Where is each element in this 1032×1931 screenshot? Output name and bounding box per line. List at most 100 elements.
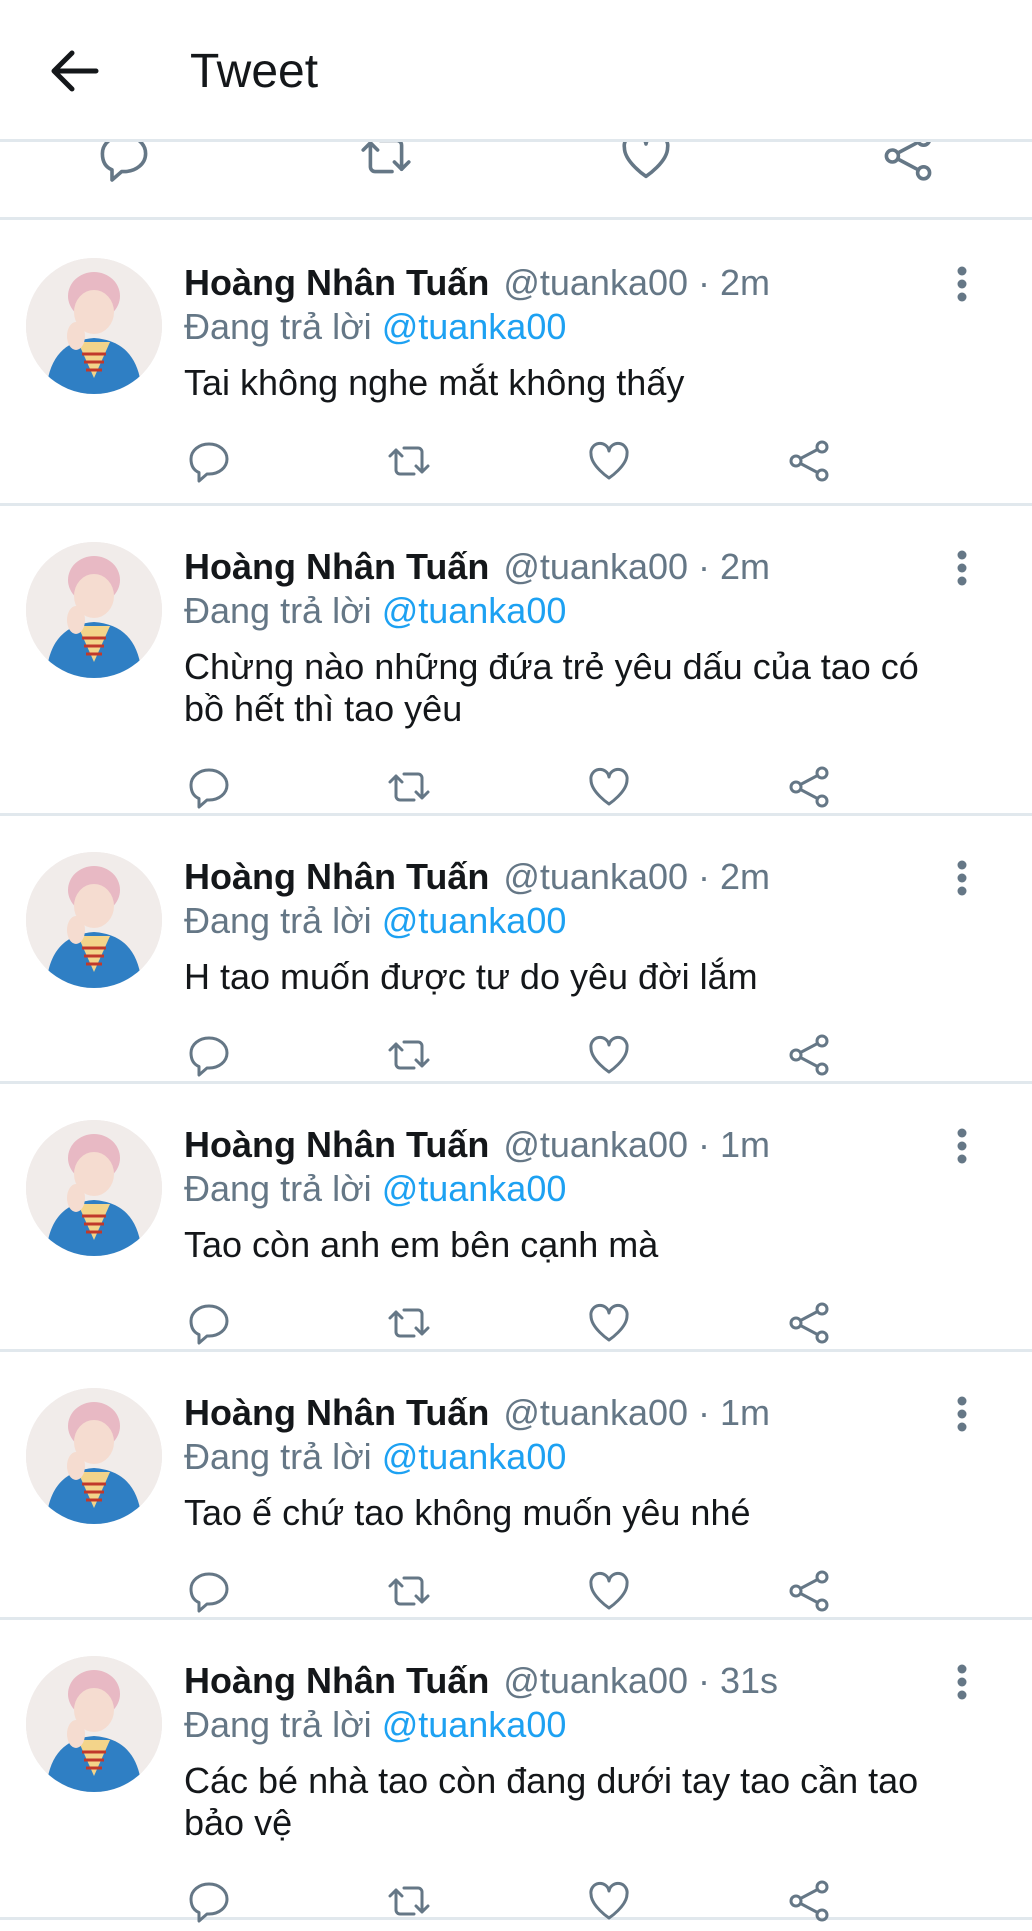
tweet-actions	[184, 762, 844, 812]
mention-link[interactable]: @tuanka00	[382, 1168, 567, 1209]
tweet[interactable]: Hoàng Nhân Tuấn @tuanka00 · 2m Đang trả l…	[0, 222, 1032, 506]
mention-link[interactable]: @tuanka00	[382, 1704, 567, 1745]
share-icon	[789, 1880, 829, 1922]
mention-link[interactable]: @tuanka00	[382, 1436, 567, 1477]
like-button[interactable]	[584, 1030, 634, 1080]
mention-link[interactable]: @tuanka00	[382, 590, 567, 631]
more-options-button[interactable]	[938, 1390, 986, 1438]
tweet[interactable]: Hoàng Nhân Tuấn @tuanka00 · 31s Đang trả …	[0, 1620, 1032, 1923]
like-button[interactable]	[584, 436, 634, 486]
tweet[interactable]: Hoàng Nhân Tuấn @tuanka00 · 1m Đang trả l…	[0, 1352, 1032, 1620]
arrow-left-icon	[51, 50, 99, 92]
top-bar: Tweet	[0, 0, 1032, 142]
display-name[interactable]: Hoàng Nhân Tuấn	[184, 856, 489, 897]
retweet-button[interactable]	[384, 1566, 434, 1616]
share-icon	[789, 766, 829, 808]
avatar[interactable]	[26, 1120, 162, 1256]
replying-to: Đang trả lời @tuanka00	[184, 306, 566, 348]
reply-button[interactable]	[184, 1298, 234, 1348]
avatar[interactable]	[26, 542, 162, 678]
share-button[interactable]	[784, 436, 834, 486]
replying-to: Đang trả lời @tuanka00	[184, 590, 566, 632]
like-icon	[589, 767, 629, 806]
share-button[interactable]	[784, 1298, 834, 1348]
like-icon	[589, 1881, 629, 1920]
reply-icon[interactable]	[94, 142, 154, 186]
retweet-icon	[388, 1886, 430, 1916]
like-icon	[589, 1571, 629, 1610]
avatar[interactable]	[26, 852, 162, 988]
more-vertical-icon	[957, 266, 967, 302]
like-button[interactable]	[584, 762, 634, 812]
tweet-header: Hoàng Nhân Tuấn @tuanka00 · 2m	[184, 546, 770, 588]
share-button[interactable]	[784, 1030, 834, 1080]
retweet-button[interactable]	[384, 1030, 434, 1080]
like-icon[interactable]	[616, 142, 676, 186]
more-options-button[interactable]	[938, 1658, 986, 1706]
display-name[interactable]: Hoàng Nhân Tuấn	[184, 1660, 489, 1701]
reply-button[interactable]	[184, 1566, 234, 1616]
reply-icon	[189, 768, 229, 809]
like-icon	[589, 441, 629, 480]
replying-to: Đang trả lời @tuanka00	[184, 1436, 566, 1478]
more-options-button[interactable]	[938, 260, 986, 308]
share-icon	[789, 1302, 829, 1344]
retweet-button[interactable]	[384, 1876, 434, 1926]
like-icon	[589, 1303, 629, 1342]
retweet-icon[interactable]	[356, 142, 416, 186]
share-button[interactable]	[784, 1566, 834, 1616]
share-button[interactable]	[784, 762, 834, 812]
display-name[interactable]: Hoàng Nhân Tuấn	[184, 546, 489, 587]
share-icon[interactable]	[878, 142, 938, 186]
retweet-icon	[388, 1308, 430, 1338]
tweet-header: Hoàng Nhân Tuấn @tuanka00 · 1m	[184, 1392, 770, 1434]
more-vertical-icon	[957, 1664, 967, 1700]
handle-and-time: @tuanka00 · 2m	[503, 262, 771, 303]
tweet[interactable]: Hoàng Nhân Tuấn @tuanka00 · 1m Đang trả l…	[0, 1084, 1032, 1352]
avatar[interactable]	[26, 1388, 162, 1524]
like-button[interactable]	[584, 1298, 634, 1348]
tweet[interactable]: Hoàng Nhân Tuấn @tuanka00 · 2m Đang trả l…	[0, 816, 1032, 1084]
replying-to-label: Đang trả lời	[184, 1704, 372, 1745]
replying-to-label: Đang trả lời	[184, 1436, 372, 1477]
replying-to-label: Đang trả lời	[184, 590, 372, 631]
retweet-icon	[388, 772, 430, 802]
share-icon	[789, 440, 829, 482]
reply-icon	[189, 1304, 229, 1345]
tweet-text: Tao ế chứ tao không muốn yêu nhé	[184, 1492, 751, 1533]
more-options-button[interactable]	[938, 1122, 986, 1170]
share-button[interactable]	[784, 1876, 834, 1926]
reply-button[interactable]	[184, 1876, 234, 1926]
retweet-button[interactable]	[384, 1298, 434, 1348]
display-name[interactable]: Hoàng Nhân Tuấn	[184, 1392, 489, 1433]
tweet-header: Hoàng Nhân Tuấn @tuanka00 · 1m	[184, 1124, 770, 1166]
replying-to-label: Đang trả lời	[184, 900, 372, 941]
page-title: Tweet	[190, 45, 319, 98]
avatar[interactable]	[26, 1656, 162, 1792]
previous-tweet-actions	[0, 142, 1032, 220]
mention-link[interactable]: @tuanka00	[382, 306, 567, 347]
display-name[interactable]: Hoàng Nhân Tuấn	[184, 262, 489, 303]
tweet-actions	[184, 1298, 844, 1348]
reply-icon	[189, 442, 229, 483]
reply-icon	[189, 1572, 229, 1613]
more-options-button[interactable]	[938, 544, 986, 592]
back-button[interactable]	[38, 38, 110, 104]
more-options-button[interactable]	[938, 854, 986, 902]
reply-button[interactable]	[184, 762, 234, 812]
retweet-button[interactable]	[384, 762, 434, 812]
avatar[interactable]	[26, 258, 162, 394]
display-name[interactable]: Hoàng Nhân Tuấn	[184, 1124, 489, 1165]
like-button[interactable]	[584, 1566, 634, 1616]
reply-button[interactable]	[184, 1030, 234, 1080]
tweet-header: Hoàng Nhân Tuấn @tuanka00 · 31s	[184, 1660, 778, 1702]
like-button[interactable]	[584, 1876, 634, 1926]
retweet-button[interactable]	[384, 436, 434, 486]
mention-link[interactable]: @tuanka00	[382, 900, 567, 941]
replying-to: Đang trả lời @tuanka00	[184, 1704, 566, 1746]
more-vertical-icon	[957, 860, 967, 896]
reply-button[interactable]	[184, 436, 234, 486]
tweet-header: Hoàng Nhân Tuấn @tuanka00 · 2m	[184, 262, 770, 304]
tweet[interactable]: Hoàng Nhân Tuấn @tuanka00 · 2m Đang trả l…	[0, 506, 1032, 816]
handle-and-time: @tuanka00 · 31s	[503, 1660, 779, 1701]
